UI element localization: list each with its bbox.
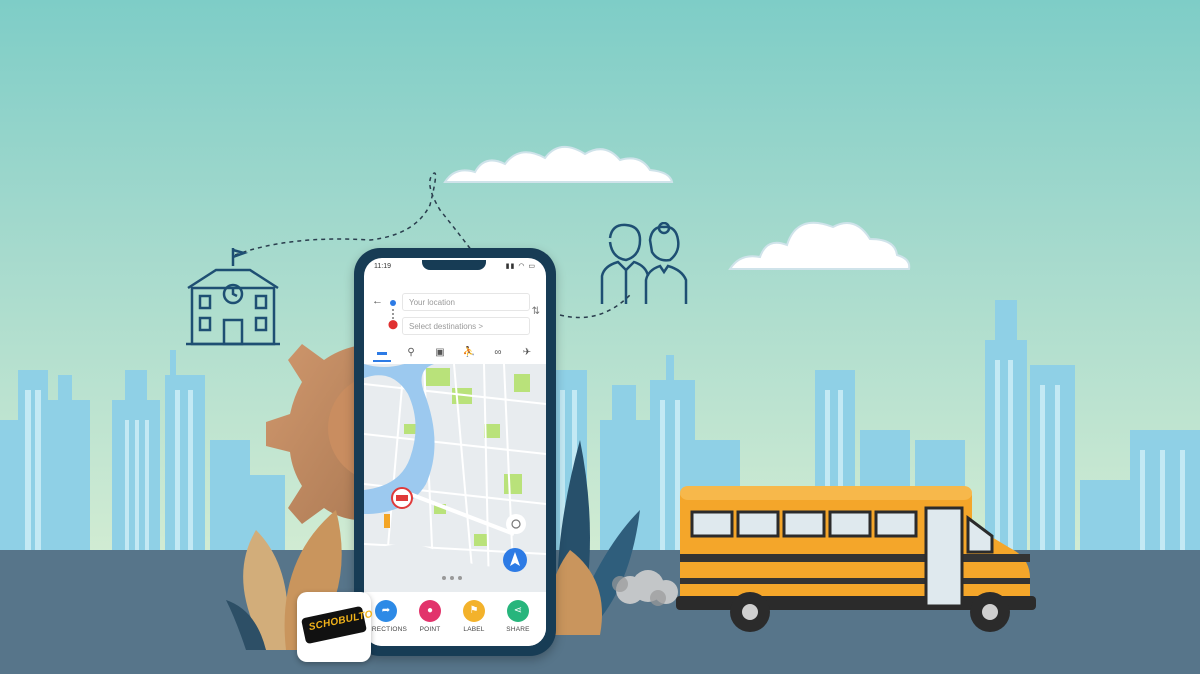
parents-icon bbox=[600, 222, 688, 304]
illustration-scene: 11:19 ▮▮ ◠ ▭ ← ⬤ Your location Select de… bbox=[0, 0, 1200, 674]
map-view[interactable] bbox=[364, 364, 546, 592]
transport-mode-tabs: ▬ ⚲ ▣ ⛹ ∞ ✈ bbox=[364, 344, 546, 362]
phone-notch bbox=[422, 260, 486, 270]
logo-text: SCHOBULTO bbox=[307, 608, 374, 634]
back-arrow-icon[interactable]: ← bbox=[372, 295, 383, 307]
location-pin-icon: ● bbox=[419, 600, 441, 622]
school-bus bbox=[612, 486, 1036, 632]
logo-badge: SCHOBULTO bbox=[300, 605, 374, 645]
cloud-icon bbox=[728, 221, 911, 270]
route-dots bbox=[392, 309, 396, 319]
phone-screen: 11:19 ▮▮ ◠ ▭ ← ⬤ Your location Select de… bbox=[364, 258, 546, 646]
status-time: 11:19 bbox=[374, 263, 391, 270]
flag-icon: ⚑ bbox=[463, 600, 485, 622]
destination-pin-icon: ⬤ bbox=[388, 319, 399, 329]
point-button[interactable]: ● POINT bbox=[408, 600, 452, 633]
your-location-input[interactable]: Your location bbox=[402, 293, 530, 311]
share-icon: ⋖ bbox=[507, 600, 529, 622]
walk-icon[interactable]: ⛹ bbox=[457, 344, 481, 362]
swap-icon[interactable]: ⇅ bbox=[532, 306, 540, 317]
select-destinations-input[interactable]: Select destinations > bbox=[402, 317, 530, 335]
bus-icon[interactable]: ▣ bbox=[428, 344, 452, 362]
share-button[interactable]: ⋖ SHARE bbox=[496, 600, 540, 633]
smartphone: 11:19 ▮▮ ◠ ▭ ← ⬤ Your location Select de… bbox=[354, 248, 556, 656]
car-icon[interactable]: ▬ bbox=[370, 344, 394, 362]
map-action-bar: ➦ DIRECTIONS ● POINT ⚑ LABEL ⋖ SHARE bbox=[364, 592, 546, 646]
share-label: SHARE bbox=[506, 626, 530, 633]
point-label: POINT bbox=[419, 626, 441, 633]
status-bar: 11:19 ▮▮ ◠ ▭ bbox=[364, 258, 546, 274]
directions-icon: ➦ bbox=[375, 600, 397, 622]
origin-dot-icon bbox=[390, 300, 396, 306]
label-button[interactable]: ⚑ LABEL bbox=[452, 600, 496, 633]
bike-icon[interactable]: ∞ bbox=[486, 344, 510, 362]
label-label: LABEL bbox=[463, 626, 485, 633]
plane-icon[interactable]: ✈ bbox=[515, 344, 539, 362]
signal-wifi-battery-icon: ▮▮ ◠ ▭ bbox=[505, 263, 536, 270]
motorbike-icon[interactable]: ⚲ bbox=[399, 344, 423, 362]
app-logo: SCHOBULTO bbox=[297, 592, 374, 662]
